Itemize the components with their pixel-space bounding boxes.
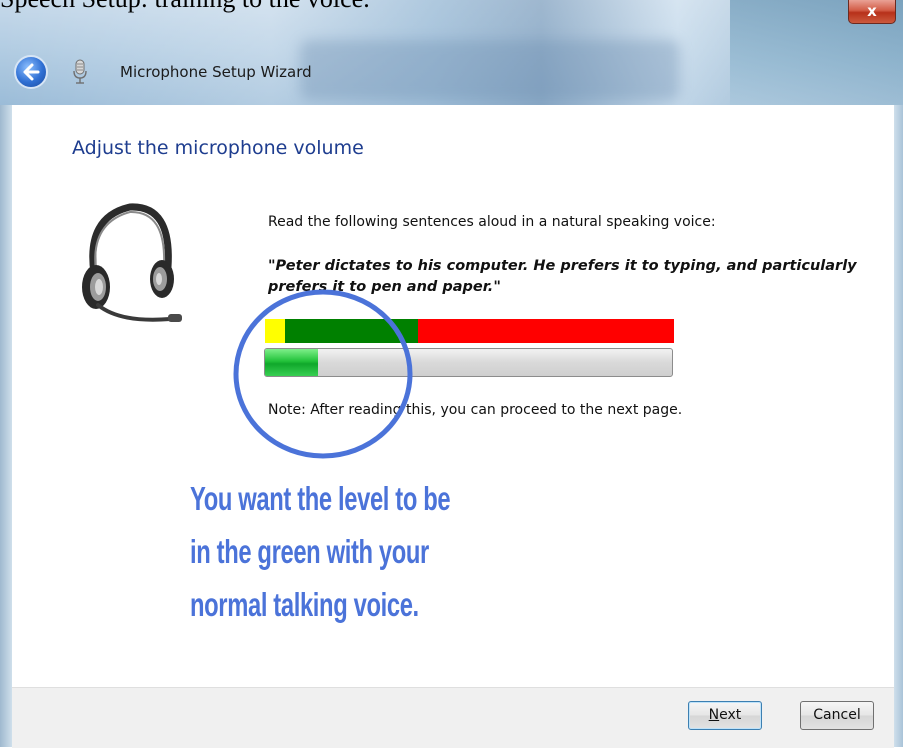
window-title: Microphone Setup Wizard (120, 63, 312, 81)
annotation-circle (233, 289, 413, 459)
wizard-window: Speech Setup: training to the voice. x M… (0, 0, 903, 748)
title-bar (0, 0, 903, 105)
back-button[interactable] (14, 55, 48, 89)
page-title: Adjust the microphone volume (72, 137, 364, 159)
wizard-content (0, 105, 903, 687)
window-frame-left (0, 105, 12, 747)
annotation-text: You want the level to be in the green wi… (190, 472, 451, 631)
window-frame-right (894, 105, 903, 747)
back-arrow-icon (23, 63, 40, 81)
next-button[interactable]: Next (688, 701, 762, 730)
annotation-line: You want the level to be (190, 480, 451, 517)
close-button[interactable]: x (848, 0, 896, 24)
document-caption: Speech Setup: training to the voice. (0, 0, 903, 14)
annotation-line: normal talking voice. (190, 586, 419, 623)
next-button-mnemonic: N (708, 707, 720, 723)
headset-icon (82, 203, 182, 322)
level-zone-red (418, 319, 674, 343)
cancel-button[interactable]: Cancel (800, 701, 874, 730)
instructions-text: Read the following sentences aloud in a … (268, 214, 716, 230)
next-button-label: ext (719, 707, 742, 723)
annotation-line: in the green with your (190, 533, 429, 570)
microphone-icon (73, 59, 87, 84)
